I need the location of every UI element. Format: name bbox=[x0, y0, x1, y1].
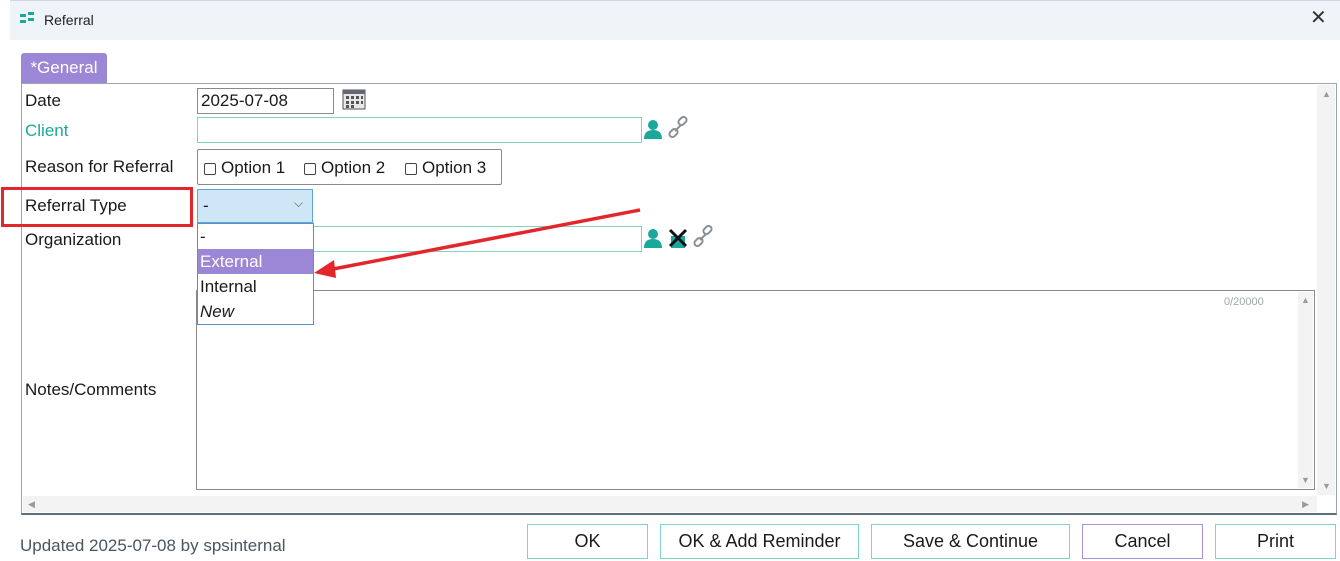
referral-type-value: - bbox=[203, 196, 209, 215]
dropdown-option-internal[interactable]: Internal bbox=[198, 274, 313, 299]
date-field[interactable]: 2025-07-08 bbox=[197, 88, 334, 114]
calendar-icon[interactable] bbox=[342, 89, 368, 111]
checkbox[interactable] bbox=[405, 162, 417, 175]
annotation-arrow bbox=[314, 208, 641, 278]
panel-vertical-scrollbar[interactable]: ▲ ▼ bbox=[1317, 85, 1335, 495]
panel-horizontal-scrollbar[interactable]: ◀ ▶ bbox=[23, 496, 1317, 512]
dropdown-option-external[interactable]: External bbox=[198, 249, 313, 274]
window-title: Referral bbox=[44, 12, 94, 28]
reason-option-2[interactable]: Option 2 bbox=[304, 158, 385, 178]
reason-option-1[interactable]: Option 1 bbox=[204, 158, 285, 178]
dropdown-option-dash[interactable]: - bbox=[198, 224, 313, 249]
referral-app-icon bbox=[20, 12, 34, 23]
reason-option-3[interactable]: Option 3 bbox=[405, 158, 486, 178]
client-field[interactable] bbox=[197, 117, 642, 143]
referral-type-dropdown: - External Internal New bbox=[197, 223, 314, 325]
client-label: Client bbox=[25, 121, 69, 140]
person-icon[interactable] bbox=[643, 119, 663, 139]
reason-label: Reason for Referral bbox=[25, 157, 174, 176]
save-continue-button[interactable]: Save & Continue bbox=[871, 524, 1070, 559]
reason-checkbox-group: Option 1 Option 2 Option 3 bbox=[197, 149, 502, 185]
checkbox[interactable] bbox=[304, 162, 316, 175]
ok-add-reminder-button[interactable]: OK & Add Reminder bbox=[660, 524, 859, 559]
title-bar bbox=[10, 0, 1340, 40]
date-label: Date bbox=[25, 91, 61, 110]
updated-status: Updated 2025-07-08 by spsinternal bbox=[20, 536, 286, 555]
notes-textarea[interactable] bbox=[196, 290, 1315, 490]
checkbox[interactable] bbox=[204, 162, 216, 175]
notes-scrollbar[interactable]: ▲ ▼ bbox=[1298, 292, 1313, 488]
cancel-button[interactable]: Cancel bbox=[1082, 524, 1203, 559]
tab-general[interactable]: *General bbox=[21, 53, 107, 83]
dropdown-option-new[interactable]: New bbox=[198, 299, 313, 324]
annotation-highlight-box bbox=[1, 187, 193, 227]
remove-icon[interactable] bbox=[667, 227, 689, 249]
referral-type-select[interactable]: - ⌵ bbox=[197, 189, 313, 223]
link-icon[interactable] bbox=[691, 225, 715, 249]
close-icon[interactable]: ✕ bbox=[1310, 8, 1327, 28]
notes-label: Notes/Comments bbox=[25, 380, 157, 399]
ok-button[interactable]: OK bbox=[527, 524, 648, 559]
organization-label: Organization bbox=[25, 230, 122, 249]
character-counter: 0/20000 bbox=[1224, 296, 1264, 308]
link-icon[interactable] bbox=[666, 116, 690, 140]
print-button[interactable]: Print bbox=[1215, 524, 1336, 559]
